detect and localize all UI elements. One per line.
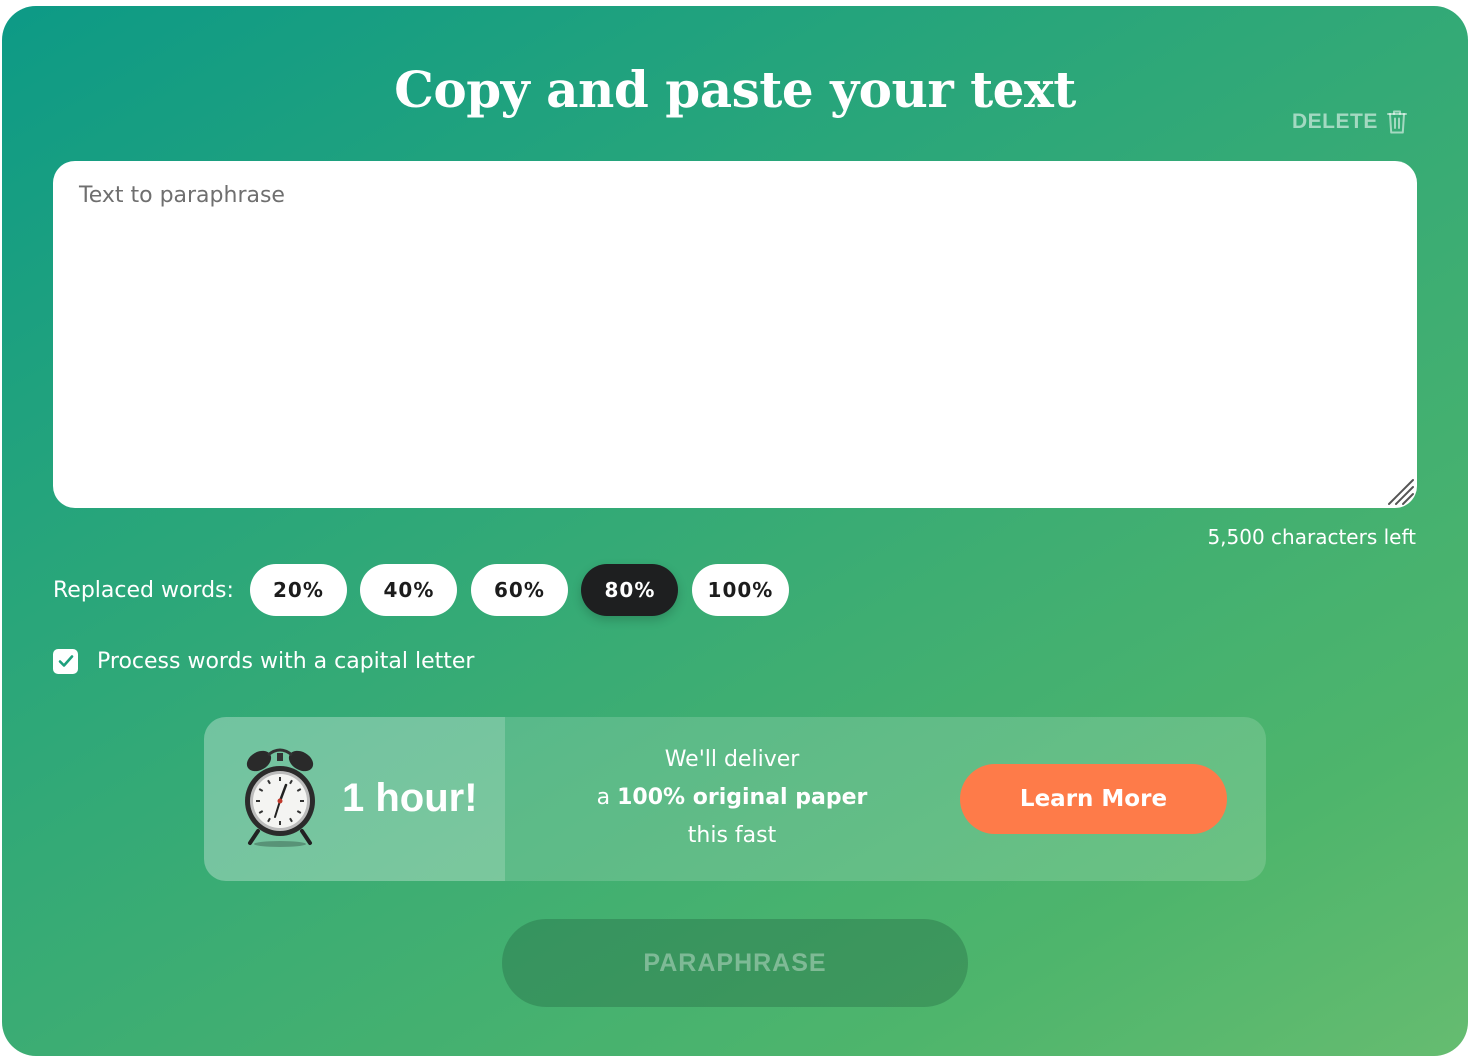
text-editor: [53, 161, 1417, 508]
replaced-40-button[interactable]: 40%: [360, 564, 458, 616]
paraphraser-panel: Copy and paste your text DELETE Text to …: [2, 6, 1468, 1056]
replaced-20-button[interactable]: 20%: [249, 564, 347, 616]
promo-banner: 1 hour! We'll deliver a 100% original pa…: [204, 717, 1266, 881]
promo-line-3: this fast: [687, 823, 777, 848]
delete-label: DELETE: [1292, 110, 1378, 133]
capital-letter-checkbox[interactable]: [53, 648, 78, 674]
promo-hour-text: 1 hour!: [342, 776, 478, 820]
delete-button[interactable]: DELETE: [1292, 106, 1408, 138]
trash-icon: [1386, 109, 1408, 135]
paraphrase-button[interactable]: PARAPHRASE: [502, 919, 968, 1007]
promo-line-2-prefix: a: [596, 785, 618, 810]
learn-more-button[interactable]: Learn More: [960, 764, 1227, 834]
promo-description: We'll deliver a 100% original paper this…: [530, 741, 934, 855]
promo-line-2: a 100% original paper: [530, 779, 934, 817]
capital-letter-label: Process words with a capital letter: [97, 648, 475, 674]
replaced-60-button[interactable]: 60%: [470, 564, 568, 616]
alarm-clock-icon: [242, 747, 318, 847]
replaced-80-button[interactable]: 80%: [581, 564, 679, 616]
replaced-words-selector: Replaced words: 20% 40% 60% 80% 100%: [53, 564, 802, 616]
replaced-100-button[interactable]: 100%: [691, 564, 789, 616]
promo-line-1: We'll deliver: [664, 747, 800, 772]
checkmark-icon: [58, 655, 73, 667]
capital-letter-option: Process words with a capital letter: [53, 646, 474, 676]
promo-line-2-bold: 100% original paper: [617, 785, 868, 810]
paraphrase-input[interactable]: [53, 161, 1417, 508]
page-title: Copy and paste your text: [394, 60, 1076, 119]
characters-left-counter: 5,500 characters left: [1207, 525, 1416, 549]
replaced-words-label: Replaced words:: [53, 577, 234, 603]
resize-handle-icon[interactable]: [1385, 476, 1415, 506]
